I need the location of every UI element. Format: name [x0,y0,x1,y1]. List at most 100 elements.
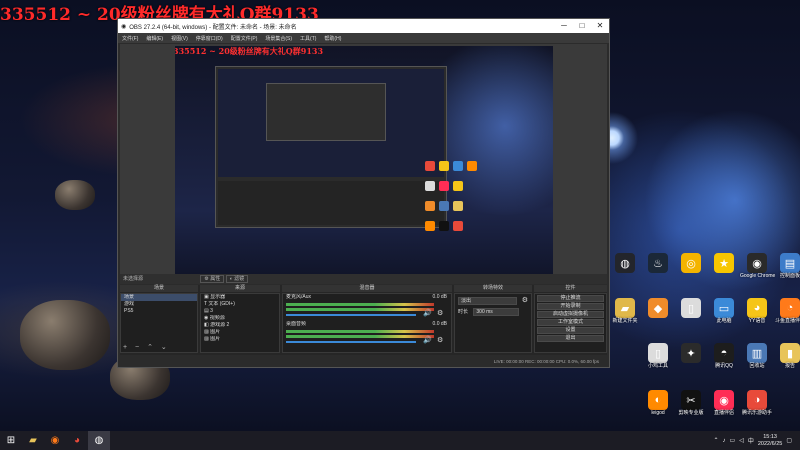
desktop-icon-label: 腾讯QQ [715,363,733,369]
obs-titlebar[interactable]: ◉ OBS 27.2.4 (64-bit, windows) - 配置文件: 未… [118,19,609,33]
nested-obs-preview [215,66,447,228]
desktop-icon[interactable]: ✂ 剪映专业版 [674,390,708,417]
scene-item[interactable]: 场景 [121,294,197,301]
desktop-icon[interactable]: ◍ [608,253,642,273]
desktop-icon[interactable]: ♨ [641,253,675,273]
source-item[interactable]: ▨ 图片 [201,336,279,343]
scenes-list: 场景 游戏 PS5 + − ⌃ ⌄ [120,293,198,353]
source-item[interactable]: ◉ 视频源 [201,315,279,322]
desktop-icon[interactable]: ▯ 小鸡工具 [641,343,675,370]
mixer-channel-name: 桌面音频 [286,321,307,327]
studio-mode-button[interactable]: 工作室模式 [537,319,604,326]
menu-docks[interactable]: 停靠窗口(D) [196,35,223,42]
desktop-icon[interactable]: ▥ 回收站 [740,343,774,370]
desktop-icon-glyph: ◎ [681,253,701,273]
app-taskbar-icon[interactable]: ◕ [66,431,88,450]
menu-edit[interactable]: 编辑(E) [146,35,163,42]
scene-tools[interactable]: + − ⌃ ⌄ [123,343,170,351]
desktop-icon-label: 腾讯乐游助手 [741,410,772,416]
desktop-icon[interactable]: ◎ [674,253,708,273]
desktop-icon-label: leigod [651,410,665,416]
desktop-icon-glyph: ▭ [714,298,734,318]
source-item[interactable]: ◧ 游戏源 2 [201,322,279,329]
tray-expand-icon[interactable]: ⌃ [714,437,719,444]
source-item[interactable]: ▨ 图片 [201,329,279,336]
network-icon[interactable]: ▭ [730,437,736,444]
taskbar-clock[interactable]: 15:13 2022/6/25 [758,434,782,448]
desktop-icon[interactable]: ◔斗鱼直播伴侣 [773,298,800,325]
desktop-icon[interactable]: ▤ 控制面板 [773,253,800,280]
filters-button[interactable]: ◐ 滤镜 [225,275,249,283]
desktop-icon[interactable]: ▯ [674,298,708,318]
menu-view[interactable]: 视图(V) [171,35,188,42]
desktop-icon[interactable]: ▰ 新建文件夹 [608,298,642,325]
source-label: 显示器 [210,294,226,300]
desktop-icon[interactable]: ◑ 腾讯乐游助手 [740,390,774,417]
notification-icon[interactable]: ▢ [786,437,792,444]
mixer-dock-title: 混音器 [282,285,452,292]
desktop-wallpaper: 335512 ~ 20级粉丝牌有大礼Q群9133 ◉ OBS 27.2.4 (6… [0,0,800,431]
file-explorer-icon[interactable]: ▰ [22,431,44,450]
close-icon[interactable]: ✕ [591,19,609,33]
source-item[interactable]: T 文本 (GDI+) [201,301,279,308]
stop-streaming-button[interactable]: 停止推流 [537,295,604,302]
source-item[interactable]: ▤ 3 [201,308,279,315]
obs-taskbar-icon[interactable]: ◍ [88,431,110,450]
preview-canvas[interactable]: 335512 ~ 20级粉丝牌有大礼Q群9133 [175,46,553,282]
menu-profile[interactable]: 配置文件(P) [231,35,258,42]
settings-button[interactable]: 设置 [537,327,604,334]
speaker-icon[interactable]: 🔊 [423,309,432,317]
duration-input[interactable]: 300 ms [473,308,520,316]
desktop-icon[interactable]: ✦ [674,343,708,363]
desktop-icon[interactable]: ▮ 报告 [773,343,800,370]
clock-date: 2022/6/25 [757,440,783,447]
transition-select[interactable]: 淡出 [458,297,517,305]
transitions-panel: 淡出 ⚙ 时长 300 ms [454,293,532,353]
desktop-icon[interactable]: ◉ 直播伴侣 [707,390,741,417]
source-label: 游戏源 2 [210,322,230,328]
desktop-icon[interactable]: ◆ [641,298,675,318]
volume-icon[interactable]: ◁ [739,437,744,444]
start-virtual-camera-button[interactable]: 启动虚拟摄像机 [537,311,604,318]
menu-scene-collection[interactable]: 场景集合(S) [265,35,292,42]
source-label: 图片 [210,336,221,342]
desktop-icon[interactable]: ◓ 腾讯QQ [707,343,741,370]
sources-list: ▣ 显示器 T 文本 (GDI+) ▤ 3 ◉ 视频源 ◧ 游戏源 2 ▨ 图片… [200,293,280,353]
properties-button[interactable]: ⚙ 属性 [200,275,225,283]
windows-start-icon[interactable]: ⊞ [0,431,22,450]
gear-icon[interactable]: ⚙ [437,336,443,344]
minimize-icon[interactable]: ─ [555,19,573,33]
desktop-icon[interactable]: ◉ Google Chrome [740,253,775,280]
obs-dock-area: 场景 来源 混音器 转场特效 控件 场景 游戏 PS5 + − ⌃ ⌄ ▣ 显示… [120,285,607,355]
source-label: 视频源 [209,315,225,321]
transition-gear-icon[interactable]: ⚙ [522,296,528,304]
mic-volume-slider[interactable] [286,314,416,316]
menu-tools[interactable]: 工具(T) [300,35,316,42]
gear-icon[interactable]: ⚙ [437,309,443,317]
scene-item[interactable]: PS5 [121,308,197,315]
menu-file[interactable]: 文件(F) [122,35,138,42]
exit-button[interactable]: 退出 [537,335,604,342]
desktop-icon[interactable]: ★ [707,253,741,273]
scene-item[interactable]: 游戏 [121,301,197,308]
audio-mixer: 麦克风/Aux 0.0 dB 🔊 ⚙ 桌面音频 0.0 dB 🔊 ⚙ [282,293,452,353]
source-item[interactable]: ▣ 显示器 [201,294,279,301]
wallpaper-rock [20,300,110,370]
obs-window[interactable]: ◉ OBS 27.2.4 (64-bit, windows) - 配置文件: 未… [117,18,610,368]
preview-area[interactable]: 335512 ~ 20级粉丝牌有大礼Q群9133 [120,44,607,284]
microphone-icon[interactable]: ♪ [723,438,726,444]
maximize-icon[interactable]: □ [573,19,591,33]
desktop-icon-label: 直播伴侣 [713,410,734,416]
desktop-icon[interactable]: ◕ YY语音 [740,298,774,325]
start-recording-button[interactable]: 开始录制 [537,303,604,310]
firefox-icon[interactable]: ◉ [44,431,66,450]
desktop-icon-glyph: ◉ [714,390,734,410]
desktop-icon-glyph: ◔ [780,298,800,318]
input-method-icon[interactable]: 中 [748,436,754,445]
menu-help[interactable]: 帮助(H) [324,35,341,42]
mixer-channel-db: 0.0 dB [432,294,447,300]
desktop-icon[interactable]: ▭ 此电脑 [707,298,741,325]
speaker-icon[interactable]: 🔊 [423,336,432,344]
desktop-icon[interactable]: ◐ leigod [641,390,675,417]
desktop-volume-slider[interactable] [286,341,416,343]
